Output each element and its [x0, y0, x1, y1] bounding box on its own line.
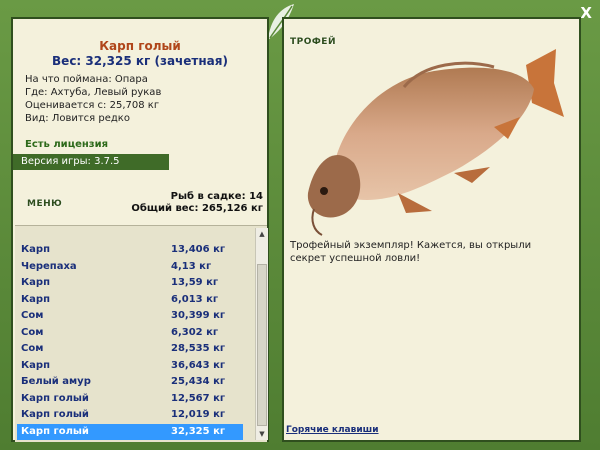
fish-bait: На что поймана: Опара — [25, 74, 148, 85]
catch-item-weight: 6,013 кг — [171, 293, 219, 305]
catch-item-name: Сом — [21, 310, 44, 321]
license-status: Есть лицензия — [25, 139, 109, 150]
catch-item-weight: 13,59 кг — [171, 277, 219, 288]
catch-item-name: Карп голый — [21, 392, 89, 404]
scroll-thumb[interactable] — [257, 264, 267, 426]
catch-list-item[interactable]: Карп 6,013 кг — [17, 292, 243, 308]
catch-item-weight: 6,302 кг — [171, 326, 219, 338]
fish-name: Карп голый — [99, 39, 181, 53]
catch-list-item[interactable]: Карп голый 32,325 кг — [17, 423, 243, 440]
catch-list-scrollbar[interactable]: ▲ ▼ — [255, 228, 268, 440]
catch-list-item[interactable]: Карп 13,59 кг — [17, 275, 243, 291]
catch-list-item[interactable]: Сом 28,535 кг — [17, 341, 243, 357]
hotkeys-link[interactable]: Горячие клавиши — [286, 425, 379, 435]
catch-list-item[interactable]: Карп голый 12,019 кг — [17, 407, 243, 423]
catch-list-item[interactable]: Карп 13,406 кг — [17, 242, 243, 258]
version-bar: Версия игры: 3.7.5 — [13, 154, 169, 170]
catch-item-name: Карп — [21, 244, 50, 255]
catch-item-name: Карп голый — [21, 409, 89, 420]
catch-item-weight: 30,399 кг — [171, 310, 226, 321]
catch-item-name: Карп — [21, 293, 50, 305]
catch-item-weight: 13,406 кг — [171, 244, 226, 255]
catch-item-weight: 12,567 кг — [171, 392, 226, 404]
game-window-frame: X Карп голый Вес: 32,325 кг (зачетная) Н… — [0, 0, 600, 450]
catch-item-weight: 28,535 кг — [171, 343, 226, 354]
scroll-down-icon[interactable]: ▼ — [256, 428, 268, 440]
fish-weight: Вес: 32,325 кг (зачетная) — [52, 54, 228, 68]
catch-list-item[interactable]: Карп голый 12,567 кг — [17, 391, 243, 407]
catch-item-weight: 12,019 кг — [171, 409, 226, 420]
menu-button[interactable]: МЕНЮ — [27, 199, 62, 209]
trophy-text: Трофейный экземпляр! Кажется, вы открыли… — [290, 240, 532, 264]
fish-place: Где: Ахтуба, Левый рукав — [25, 87, 162, 98]
catch-item-name: Белый амур — [21, 376, 91, 387]
catch-item-name: Карп голый — [21, 425, 89, 437]
catch-list-item[interactable]: Сом 30,399 кг — [17, 308, 243, 324]
total-weight: Общий вес: 265,126 кг — [131, 203, 263, 214]
scroll-up-icon[interactable]: ▲ — [256, 228, 268, 240]
catch-list-item[interactable]: Черепаха 4,13 кг — [17, 259, 243, 275]
catch-list-item[interactable]: Сом 6,302 кг — [17, 325, 243, 341]
catch-item-weight: 36,643 кг — [171, 359, 226, 371]
catch-list-item[interactable]: Белый амур 25,434 кг — [17, 374, 243, 390]
catch-item-name: Сом — [21, 343, 44, 354]
catch-list[interactable]: Карп 13,406 кг Черепаха 4,13 кг Карп 13,59 кг… — [15, 225, 268, 442]
catch-list-item[interactable]: Карп 36,643 кг — [17, 358, 243, 374]
fish-info-panel: Карп голый Вес: 32,325 кг (зачетная) На … — [11, 17, 269, 442]
catch-item-name: Карп — [21, 277, 50, 288]
catch-item-name: Карп — [21, 359, 50, 371]
catch-item-weight: 25,434 кг — [171, 376, 226, 387]
catch-item-name: Сом — [21, 326, 44, 338]
trophy-panel: ТРОФЕЙ Трофейный экземпляр! Кажется, вы … — [282, 17, 581, 442]
close-button[interactable]: X — [580, 4, 592, 22]
fish-rarity: Вид: Ловится редко — [25, 113, 130, 124]
catch-item-weight: 4,13 кг — [171, 260, 212, 272]
catch-item-name: Черепаха — [21, 260, 77, 272]
fish-value: Оценивается с: 25,708 кг — [25, 100, 160, 111]
fish-count: Рыб в садке: 14 — [170, 191, 263, 202]
catch-item-weight: 32,325 кг — [171, 425, 226, 437]
carp-image — [307, 49, 564, 236]
